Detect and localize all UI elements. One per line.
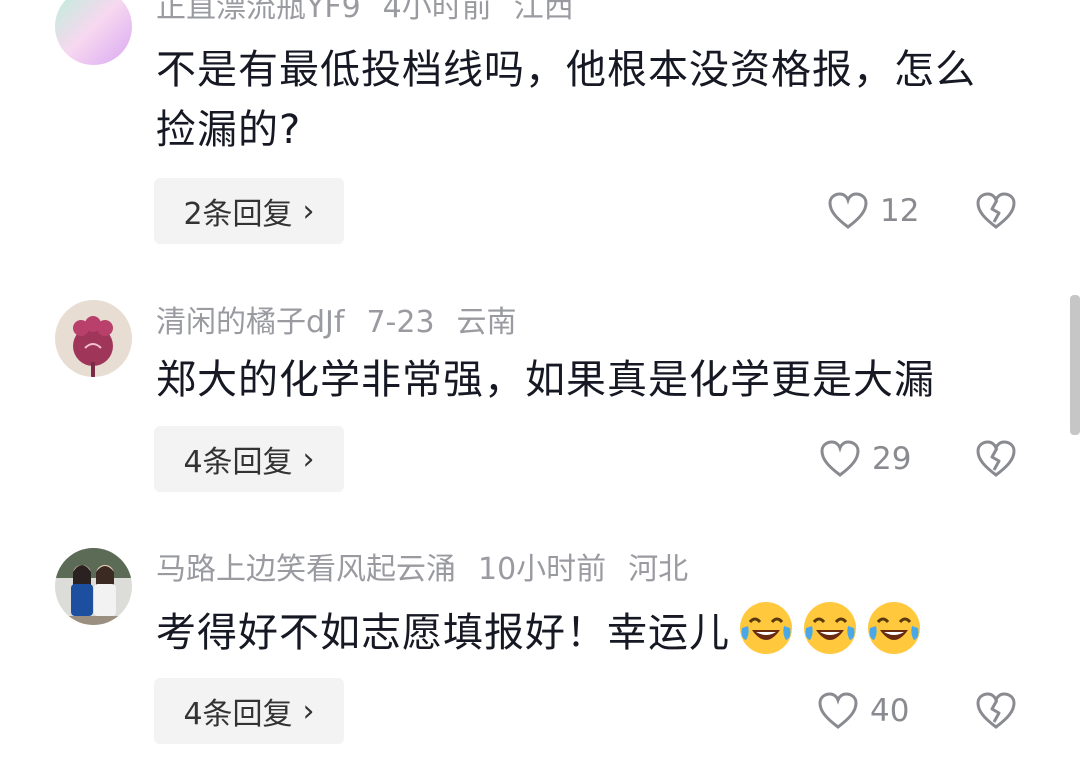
comment-meta: 正直漂流瓶YF9 4小时前 江西: [156, 0, 596, 26]
view-replies-button[interactable]: 4条回复 ›: [154, 678, 344, 744]
broken-heart-icon: [976, 440, 1016, 477]
reply-count-label: 2条回复: [183, 197, 293, 232]
avatar[interactable]: [55, 548, 132, 625]
comment-text: 郑大的化学非常强，如果真是化学更是大漏: [156, 357, 935, 403]
username[interactable]: 清闲的橘子dJf: [156, 305, 344, 340]
chevron-right-icon: ›: [302, 193, 315, 229]
location: 云南: [456, 305, 517, 340]
broken-heart-icon: [976, 192, 1016, 229]
comment-meta: 清闲的橘子dJf 7-23 云南: [156, 305, 539, 341]
chevron-right-icon: ›: [302, 441, 315, 477]
timestamp: 4小时前: [382, 0, 492, 25]
dislike-button[interactable]: [976, 440, 1016, 482]
heart-outline-icon: [820, 440, 860, 477]
avatar[interactable]: [55, 0, 132, 65]
location: 河北: [628, 552, 689, 587]
comment-meta: 马路上边笑看风起云涌 10小时前 河北: [156, 552, 710, 588]
heart-outline-icon: [818, 692, 858, 729]
laughing-tears-emoji: [804, 602, 856, 654]
like-button[interactable]: 29: [820, 440, 911, 478]
chevron-right-icon: ›: [302, 693, 315, 729]
heart-outline-icon: [828, 192, 868, 229]
timestamp: 10小时前: [478, 552, 607, 587]
like-button[interactable]: 40: [818, 692, 909, 730]
laughing-tears-emoji: [868, 602, 920, 654]
reply-count-label: 4条回复: [183, 445, 293, 480]
reply-count-label: 4条回复: [183, 697, 293, 732]
like-count: 12: [880, 193, 920, 229]
view-replies-button[interactable]: 2条回复 ›: [154, 178, 344, 244]
username[interactable]: 马路上边笑看风起云涌: [156, 552, 456, 587]
photo-avatar-image: [55, 548, 132, 625]
username[interactable]: 正直漂流瓶YF9: [156, 0, 361, 25]
view-replies-button[interactable]: 4条回复 ›: [154, 426, 344, 492]
like-count: 29: [872, 441, 912, 477]
scrollbar[interactable]: [1070, 295, 1080, 435]
laughing-tears-emoji: [740, 602, 792, 654]
like-count: 40: [870, 693, 910, 729]
flower-avatar-image: [55, 300, 132, 377]
gradient-avatar-image: [55, 0, 132, 65]
location: 江西: [513, 0, 574, 25]
broken-heart-icon: [976, 692, 1016, 729]
like-button[interactable]: 12: [828, 192, 919, 230]
dislike-button[interactable]: [976, 192, 1016, 234]
comment-text: 考得好不如志愿填报好！幸运儿: [156, 600, 1016, 663]
avatar[interactable]: [55, 300, 132, 377]
timestamp: 7-23: [366, 305, 435, 340]
dislike-button[interactable]: [976, 692, 1016, 734]
comment-text-content: 考得好不如志愿填报好！幸运儿: [156, 610, 730, 656]
comment-text: 不是有最低投档线吗，他根本没资格报，怎么捡漏的?: [156, 47, 976, 153]
